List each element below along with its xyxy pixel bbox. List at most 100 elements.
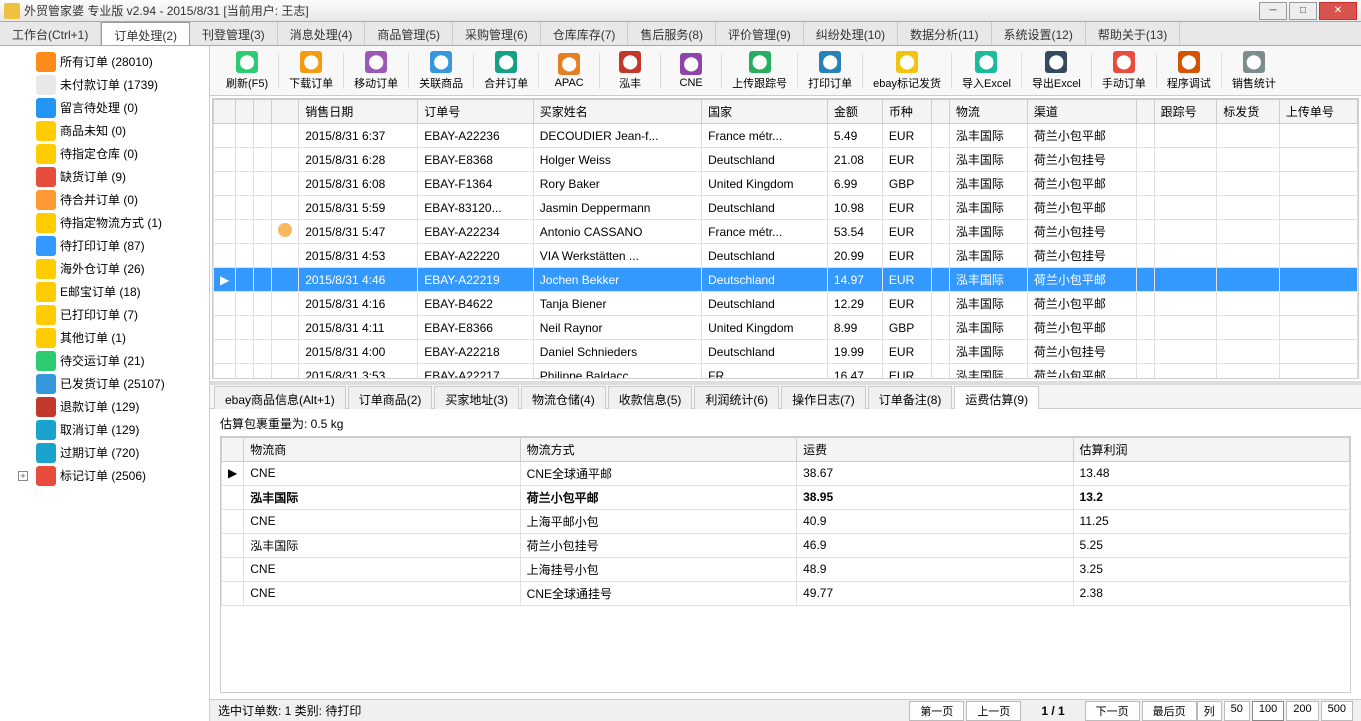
page-size-button[interactable]: 200 [1286,701,1318,721]
sidebar-item[interactable]: 待指定仓库 (0) [0,142,209,165]
sidebar-item[interactable]: 留言待处理 (0) [0,96,209,119]
toolbar-button[interactable]: ⬤销售统计 [1224,49,1284,93]
column-header[interactable]: 估算利润 [1073,437,1349,461]
toolbar-button[interactable]: ⬤APAC [541,51,597,91]
pager-next[interactable]: 下一页 [1085,701,1140,721]
orders-grid[interactable]: 销售日期订单号买家姓名国家金额币种物流渠道跟踪号标发货上传单号 2015/8/3… [212,98,1359,379]
toolbar-button[interactable]: ⬤导入Excel [954,49,1019,93]
detail-tab[interactable]: 操作日志(7) [781,386,866,409]
toolbar-button[interactable]: ⬤打印订单 [800,49,860,93]
sidebar-item[interactable]: E邮宝订单 (18) [0,280,209,303]
table-row[interactable]: 2015/8/31 4:53EBAY-A22220VIA Werkstätten… [214,244,1358,268]
main-tab[interactable]: 系统设置(12) [992,22,1086,45]
window-minimize[interactable]: ─ [1259,2,1287,20]
sidebar-item[interactable]: 缺货订单 (9) [0,165,209,188]
sidebar-item[interactable]: 过期订单 (720) [0,441,209,464]
table-row[interactable]: 2015/8/31 6:28EBAY-E8368Holger WeissDeut… [214,148,1358,172]
table-row[interactable]: ▶CNECNE全球通平邮38.6713.48 [222,461,1350,485]
sidebar-item[interactable]: 未付款订单 (1739) [0,73,209,96]
main-tab[interactable]: 仓库库存(7) [541,22,629,45]
sidebar-item[interactable]: 所有订单 (28010) [0,50,209,73]
table-row[interactable]: 2015/8/31 3:53EBAY-A22217Philippe Baldac… [214,364,1358,379]
detail-tab[interactable]: 运费估算(9) [954,386,1039,409]
detail-tab[interactable]: 买家地址(3) [434,386,519,409]
window-close[interactable]: ✕ [1319,2,1357,20]
main-tab[interactable]: 采购管理(6) [453,22,541,45]
column-header[interactable]: 上传单号 [1279,100,1357,124]
toolbar-button[interactable]: ⬤上传跟踪号 [724,49,795,93]
page-size-button[interactable]: 50 [1224,701,1250,721]
toolbar-button[interactable]: ⬤移动订单 [346,49,406,93]
column-header[interactable]: 物流方式 [520,437,796,461]
detail-tab[interactable]: 利润统计(6) [694,386,779,409]
column-header[interactable]: 物流商 [244,437,520,461]
column-header[interactable]: 金额 [827,100,882,124]
table-row[interactable]: 2015/8/31 5:59EBAY-83120...Jasmin Depper… [214,196,1358,220]
detail-tab[interactable]: 物流仓储(4) [521,386,606,409]
column-header[interactable]: 渠道 [1027,100,1136,124]
column-header[interactable] [272,100,299,124]
table-row[interactable]: 泓丰国际荷兰小包挂号46.95.25 [222,533,1350,557]
table-row[interactable]: CNE上海平邮小包40.911.25 [222,509,1350,533]
toolbar-button[interactable]: ⬤刷新(F5) [218,49,276,93]
column-header[interactable]: 销售日期 [299,100,418,124]
detail-tab[interactable]: ebay商品信息(Alt+1) [214,386,346,409]
toolbar-button[interactable]: ⬤合并订单 [476,49,536,93]
window-maximize[interactable]: □ [1289,2,1317,20]
main-tab[interactable]: 数据分析(11) [898,22,991,45]
main-tab[interactable]: 工作台(Ctrl+1) [0,22,101,45]
main-tab[interactable]: 纠纷处理(10) [804,22,898,45]
toolbar-button[interactable]: ⬤手动订单 [1094,49,1154,93]
main-tab[interactable]: 帮助关于(13) [1086,22,1180,45]
pager-prev[interactable]: 上一页 [966,701,1021,721]
column-header[interactable] [931,100,949,124]
table-row[interactable]: 2015/8/31 4:11EBAY-E8366Neil RaynorUnite… [214,316,1358,340]
page-size-button[interactable]: 列 [1197,701,1222,721]
sidebar-item[interactable]: +标记订单 (2506) [0,464,209,487]
column-header[interactable]: 买家姓名 [533,100,701,124]
toolbar-button[interactable]: ⬤泓丰 [602,49,658,93]
sidebar-item[interactable]: 取消订单 (129) [0,418,209,441]
table-row[interactable]: 2015/8/31 5:47EBAY-A22234Antonio CASSANO… [214,220,1358,244]
column-header[interactable] [236,100,254,124]
column-header[interactable]: 物流 [949,100,1027,124]
main-tab[interactable]: 商品管理(5) [365,22,453,45]
toolbar-button[interactable]: ⬤ebay标记发货 [865,49,949,93]
pager-last[interactable]: 最后页 [1142,701,1197,721]
table-row[interactable]: 泓丰国际荷兰小包平邮38.9513.2 [222,485,1350,509]
sidebar-item[interactable]: 待打印订单 (87) [0,234,209,257]
column-header[interactable]: 订单号 [418,100,534,124]
table-row[interactable]: CNECNE全球通挂号49.772.38 [222,581,1350,605]
column-header[interactable]: 跟踪号 [1154,100,1217,124]
main-tab[interactable]: 评价管理(9) [716,22,804,45]
main-tab[interactable]: 消息处理(4) [278,22,366,45]
detail-tab[interactable]: 订单商品(2) [348,386,433,409]
toolbar-button[interactable]: ⬤CNE [663,51,719,91]
column-header[interactable]: 币种 [882,100,931,124]
sidebar-item[interactable]: 待交运订单 (21) [0,349,209,372]
sidebar-item[interactable]: 已发货订单 (25107) [0,372,209,395]
table-row[interactable]: 2015/8/31 4:16EBAY-B4622Tanja BienerDeut… [214,292,1358,316]
sidebar-item[interactable]: 商品未知 (0) [0,119,209,142]
toolbar-button[interactable]: ⬤关联商品 [411,49,471,93]
main-tab[interactable]: 刊登管理(3) [190,22,278,45]
sidebar-item[interactable]: 退款订单 (129) [0,395,209,418]
tree-expander[interactable]: + [18,471,28,481]
main-tab[interactable]: 售后服务(8) [628,22,716,45]
page-size-button[interactable]: 100 [1252,701,1284,721]
detail-tab[interactable]: 收款信息(5) [608,386,693,409]
toolbar-button[interactable]: ⬤导出Excel [1024,49,1089,93]
page-size-button[interactable]: 500 [1321,701,1353,721]
detail-tab[interactable]: 订单备注(8) [868,386,953,409]
main-tab[interactable]: 订单处理(2) [101,22,190,45]
table-row[interactable]: 2015/8/31 6:08EBAY-F1364Rory BakerUnited… [214,172,1358,196]
sidebar-item[interactable]: 待合并订单 (0) [0,188,209,211]
shipping-grid[interactable]: 物流商物流方式运费估算利润 ▶CNECNE全球通平邮38.6713.48泓丰国际… [220,436,1351,694]
column-header[interactable]: 标发货 [1217,100,1280,124]
column-header[interactable]: 运费 [797,437,1073,461]
toolbar-button[interactable]: ⬤程序调试 [1159,49,1219,93]
column-header[interactable] [222,437,244,461]
column-header[interactable] [1136,100,1154,124]
pager-first[interactable]: 第一页 [909,701,964,721]
sidebar-item[interactable]: 待指定物流方式 (1) [0,211,209,234]
